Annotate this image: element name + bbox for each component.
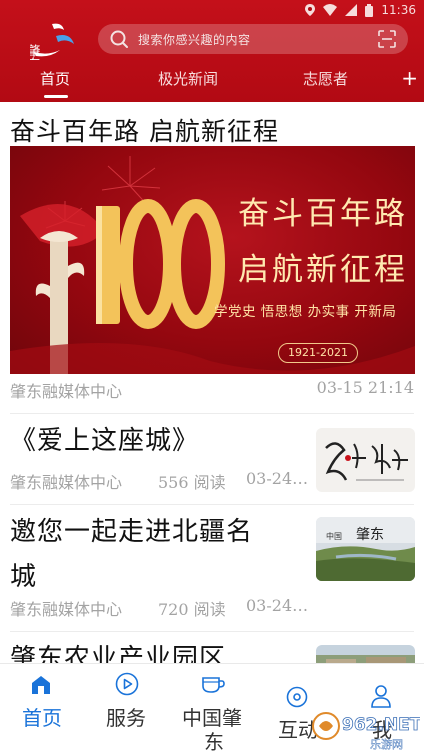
home-icon [32,676,50,694]
svg-text:肇东: 肇东 [356,527,384,543]
item-3-thumbnail[interactable] [316,645,415,663]
item-1-source: 肇东融媒体中心 [10,473,123,492]
nav-home[interactable]: 首页 [0,664,84,755]
signal-icon [345,4,358,16]
scan-icon[interactable] [378,30,396,48]
nav-china-zhaodong[interactable]: 中国肇 东 [168,664,258,755]
item-2-thumbnail[interactable]: 中国 肇东 [316,517,415,581]
search-bar[interactable]: 搜索你感兴趣的内容 [98,24,408,54]
tab-home[interactable]: 首页 [40,68,70,89]
tab-volunteer[interactable]: 志愿者 [303,68,348,89]
top-story-banner[interactable]: 奋斗百年路 启航新征程 学党史 悟思想 办实事 开新局 1921-2021 [10,146,415,374]
item-1-thumbnail[interactable] [316,428,415,492]
search-placeholder: 搜索你感兴趣的内容 [138,32,251,47]
divider [10,504,414,505]
calligraphy-thumbnail [325,442,408,481]
site-watermark: 962.NET 乐游网 [312,712,420,751]
item-1-title[interactable]: 《爱上这座城》 [10,422,199,460]
battery-icon [365,3,374,17]
svg-text:中国: 中国 [326,531,342,541]
top-story-time: 03-15 21:14 [316,378,414,397]
logo-text: 肇东 [30,44,40,60]
item-2-title-line1[interactable]: 邀您一起走进北疆名 [10,513,253,551]
item-2-title-line2[interactable]: 城 [10,558,37,596]
tab-aurora-news[interactable]: 极光新闻 [158,68,218,89]
banner-years: 1921-2021 [278,343,358,363]
nav-home-label: 首页 [22,706,62,730]
app-logo[interactable]: 肇东 [30,22,76,60]
news-feed[interactable]: 奋斗百年路 启航新征程 奋斗百年路 启航新征程 学党史 悟思想 办实事 开新局 … [0,102,424,663]
search-icon [110,30,128,48]
item-2-time: 03-24… [246,596,309,615]
status-bar: 11:36 [0,0,424,22]
divider [10,631,414,632]
item-3-title[interactable]: 肇东农业产业园区 [10,640,226,663]
nav-service[interactable]: 服务 [84,664,168,755]
app-screen: 11:36 肇东 搜索你感兴趣的内容 首页 极光新闻 志愿者 [0,0,424,755]
item-2-source: 肇东融媒体中心 [10,600,123,619]
divider [10,413,414,414]
watermark-text: 962.NET [342,715,420,735]
item-1-reads: 556 阅读 [158,473,226,492]
app-header: 11:36 肇东 搜索你感兴趣的内容 首页 极光新闻 志愿者 [0,0,424,102]
location-icon [305,4,316,16]
landscape-thumbnail: 中国 肇东 [316,517,415,581]
top-story-title[interactable]: 奋斗百年路 启航新征程 [10,112,279,148]
watermark-sub: 乐游网 [370,738,403,751]
banner-line1: 奋斗百年路 [238,196,408,232]
top-story-source: 肇东融媒体中心 [10,382,123,401]
item-1-time: 03-24… [246,469,309,488]
nav-service-label: 服务 [106,706,146,730]
banner-slogan: 学党史 悟思想 办实事 开新局 [214,304,397,320]
active-tab-indicator [44,95,68,98]
cup-icon [202,677,225,693]
banner-line2: 启航新征程 [238,252,408,288]
nav-china-zhaodong-label-2: 东 [204,730,224,754]
play-circle-icon [115,672,139,696]
aerial-thumbnail [316,645,415,663]
user-icon [371,685,391,708]
status-icons: 11:36 [305,3,416,17]
item-2-reads: 720 阅读 [158,600,226,619]
wifi-icon [323,4,338,16]
disc-icon [286,686,308,708]
status-time: 11:36 [381,3,416,17]
add-tab-button[interactable]: + [401,68,418,88]
